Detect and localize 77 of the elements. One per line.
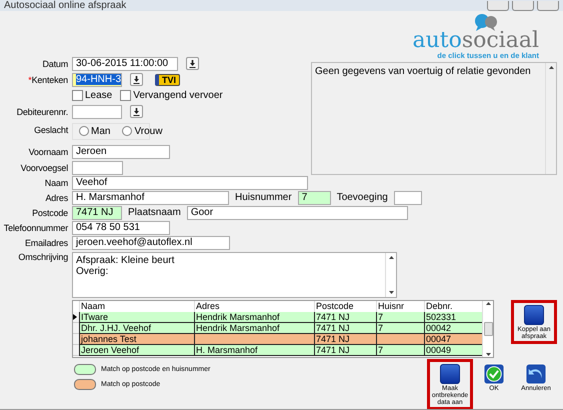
square-icon (524, 305, 544, 325)
table-cell: 502331 (424, 312, 482, 323)
field-label: Naam (44, 178, 68, 188)
field-label: Emailadres (24, 238, 68, 248)
table-cell: johannes Test (79, 334, 194, 345)
checkmark-icon (484, 364, 504, 384)
minimize-button[interactable] (487, 1, 509, 11)
table-cell: 00049 (424, 345, 482, 356)
description-line: Overig: (76, 266, 110, 277)
text-field[interactable]: jeroen.veehof@autoflex.nl (72, 236, 230, 250)
square-icon (440, 364, 460, 384)
field-label: Huisnummer (235, 192, 292, 203)
text-field[interactable]: 054 78 50 531 (72, 220, 170, 234)
field-label: Datum (41, 58, 68, 68)
scroll-up-icon[interactable] (548, 66, 554, 69)
text-field[interactable] (72, 104, 122, 118)
table-cell: 7471 NJ (314, 334, 376, 345)
table-cell: 7471 NJ (314, 345, 376, 356)
table-cell (376, 334, 424, 345)
table-cell: 7471 NJ (314, 323, 376, 334)
scroll-up-icon[interactable] (486, 302, 490, 305)
download-icon (189, 60, 196, 68)
field-label: Adres (44, 192, 68, 202)
text-field[interactable]: 7471 NJ (72, 206, 122, 220)
table-cell: Hendrik Marsmanhof (194, 312, 314, 323)
picker-button[interactable] (130, 73, 143, 86)
radio-button[interactable]: Vrouw (122, 126, 162, 136)
checkbox[interactable]: Vervangend vervoer (120, 90, 223, 101)
window-title: Autosociaal online afspraak (4, 0, 126, 11)
text-field[interactable]: Jeroen (72, 144, 170, 158)
download-icon (133, 76, 140, 84)
text-field[interactable]: Goor (186, 206, 408, 220)
field-label: *Kenteken (27, 74, 68, 84)
speech-bubbles-icon (473, 13, 499, 31)
info-message: Geen gegevens van voertuig of relatie gevonden (314, 65, 532, 79)
table-cell: Dhr. J.HJ. Veehof (79, 323, 194, 334)
download-icon (133, 108, 140, 116)
picker-button[interactable] (186, 57, 199, 70)
text-field[interactable]: 94-HNH-3 (72, 72, 122, 86)
field-label: Voornaam (28, 146, 68, 156)
field-label: Plaatsnaam (128, 207, 181, 218)
field-label: Toevoeging (336, 192, 388, 203)
scroll-down-icon[interactable] (388, 291, 394, 294)
field-label: Debiteurennr. (16, 106, 68, 116)
table-cell: 7471 NJ (314, 312, 376, 323)
table-cell: 7 (376, 345, 424, 356)
table-cell: 7 (376, 323, 424, 334)
scrollbar[interactable] (385, 253, 396, 297)
maximize-button[interactable] (512, 1, 534, 11)
checkbox[interactable]: Lease (72, 90, 112, 101)
text-field[interactable]: 30-06-2015 11:00:00 (72, 56, 178, 70)
table-cell: Jeroen Veehof (79, 345, 194, 356)
text-field[interactable] (394, 190, 422, 204)
table-cell: 00047 (424, 334, 482, 345)
scroll-down-icon[interactable] (486, 353, 490, 356)
text-field[interactable] (72, 160, 123, 174)
text-field[interactable]: Veehof (72, 176, 308, 190)
table-cell: Hendrik Marsmanhof (194, 323, 314, 334)
scrollbar[interactable] (482, 301, 493, 357)
field-label: Geslacht (33, 125, 68, 135)
tvi-badge[interactable]: TVI (155, 74, 180, 86)
picker-button[interactable] (130, 105, 143, 118)
table-cell: 00042 (424, 323, 482, 334)
field-label: Telefoonnummer (2, 222, 68, 232)
text-field[interactable]: H. Marsmanhof (72, 190, 229, 204)
text-field[interactable]: 7 (298, 190, 331, 204)
description-line: Afspraak: Kleine beurt (76, 255, 176, 266)
description-field[interactable]: Afspraak: Kleine beurt Overig: (72, 252, 397, 298)
field-label: Omschrijving (17, 252, 68, 262)
close-button[interactable] (537, 1, 559, 11)
table-cell: ITware (79, 312, 194, 323)
field-label: Postcode (31, 208, 68, 218)
table-cell: H. Marsmanhof (194, 345, 314, 356)
field-label: Voorvoegsel (20, 162, 68, 172)
scroll-up-icon[interactable] (388, 256, 394, 259)
scrollbar[interactable] (545, 63, 556, 174)
table-cell: 7 (376, 312, 424, 323)
